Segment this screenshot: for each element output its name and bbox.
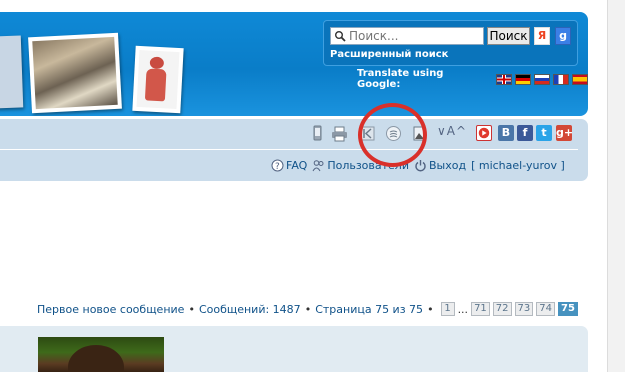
search-input[interactable]	[349, 29, 481, 43]
search-box: Поиск Я g Расширенный поиск	[323, 20, 578, 66]
faq-link[interactable]: ? FAQ	[271, 159, 307, 172]
facebook-share-button[interactable]: f	[517, 125, 533, 141]
flag-en-icon[interactable]	[496, 73, 513, 85]
faq-label: FAQ	[286, 159, 308, 172]
flag-fr-icon[interactable]	[553, 73, 570, 85]
search-field[interactable]	[330, 27, 484, 45]
svg-text:?: ?	[275, 162, 280, 172]
print-icon[interactable]	[331, 125, 348, 142]
members-icon	[312, 160, 324, 172]
translate-bar: Translate using Google:	[357, 68, 588, 90]
listen-icon[interactable]	[476, 125, 492, 141]
page-info: Страница 75 из 75	[315, 302, 424, 316]
header-photo-left	[0, 35, 24, 109]
advanced-search-link[interactable]: Расширенный поиск	[330, 49, 448, 60]
page-link[interactable]: 71	[471, 302, 490, 316]
nav-bar: ∨A^ B f t g+ ? FAQ Пользователи Выход […	[0, 119, 588, 181]
page-link[interactable]: 74	[536, 302, 555, 316]
search-icon	[335, 31, 346, 42]
nav-divider	[0, 149, 578, 150]
power-icon	[415, 160, 426, 172]
page-link[interactable]: 73	[514, 302, 534, 316]
bullet-separator: •	[188, 302, 195, 316]
logout-link[interactable]: Выход	[414, 159, 466, 172]
bullet-separator: •	[304, 302, 312, 316]
first-unread-link[interactable]: Первое новое сообщение	[37, 303, 184, 316]
topic-pagination: Первое новое сообщение • Сообщений: 1487…	[37, 302, 578, 316]
bullet-separator: •	[427, 302, 434, 316]
header-photo-machine	[28, 32, 122, 114]
mobile-icon[interactable]	[309, 125, 326, 142]
page-scrollbar[interactable]	[607, 0, 625, 372]
translate-label: Translate using Google:	[357, 68, 444, 90]
user-links: ? FAQ Пользователи Выход [ michael-yurov…	[271, 159, 565, 172]
flag-ru-icon[interactable]	[534, 73, 551, 85]
font-size-control[interactable]: ∨A^	[437, 124, 467, 138]
message-count: Сообщений: 1487	[198, 302, 301, 316]
flag-es-icon[interactable]	[572, 73, 588, 85]
site-header: Поиск Я g Расширенный поиск Translate us…	[0, 12, 588, 116]
username-label[interactable]: [ michael-yurov ]	[471, 159, 565, 172]
page-ellipsis: ...	[457, 302, 469, 316]
google-search-button[interactable]: g	[555, 27, 571, 45]
flag-de-icon[interactable]	[515, 73, 532, 85]
page-link[interactable]: 1	[440, 302, 455, 316]
logout-label: Выход	[429, 159, 467, 172]
twitter-share-button[interactable]: t	[536, 125, 552, 141]
vk-share-button[interactable]: B	[498, 125, 514, 141]
header-photo-figure	[132, 45, 184, 114]
page-link[interactable]: 72	[492, 302, 512, 316]
current-page: 75	[558, 302, 578, 316]
faq-icon: ?	[271, 159, 284, 172]
googleplus-share-button[interactable]: g+	[556, 125, 573, 141]
search-button[interactable]: Поиск	[487, 27, 530, 45]
red-annotation-circle	[358, 103, 427, 167]
yandex-search-button[interactable]: Я	[534, 27, 550, 45]
post-panel	[0, 326, 588, 372]
avatar[interactable]	[38, 337, 164, 372]
